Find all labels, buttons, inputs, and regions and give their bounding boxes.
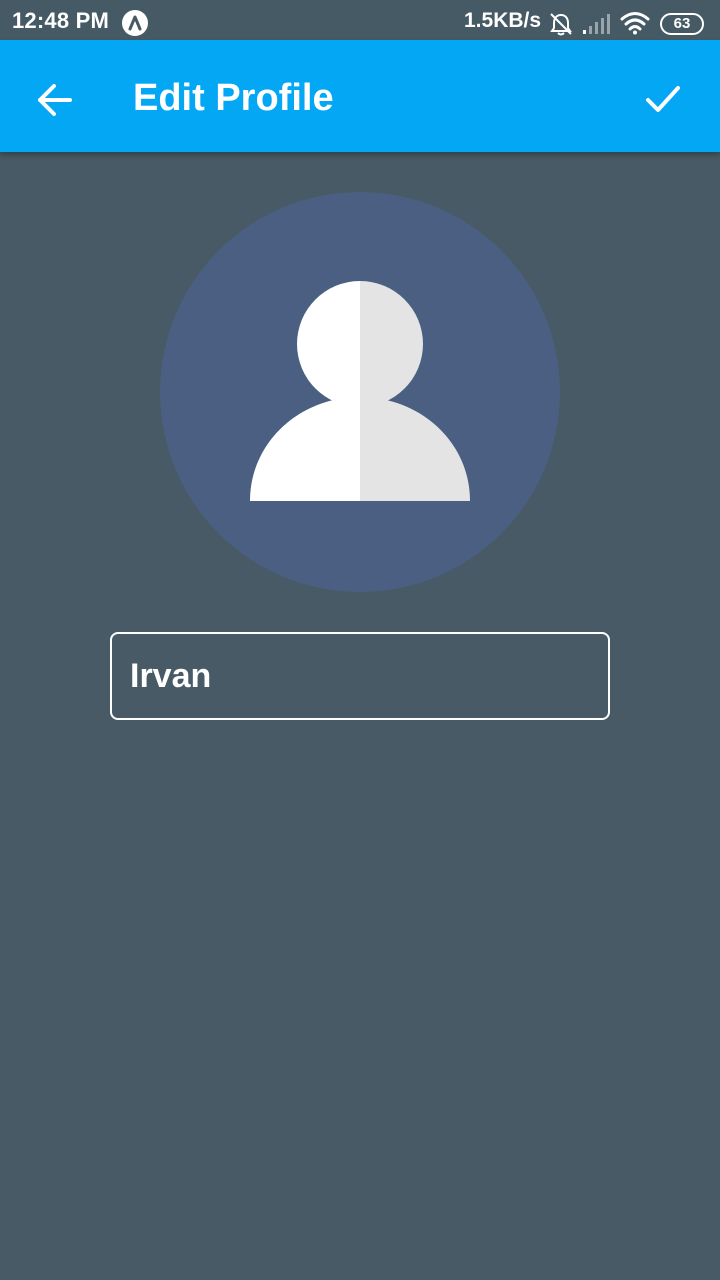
dnd-bell-off-icon xyxy=(548,11,574,42)
app-badge-icon xyxy=(122,10,148,36)
person-placeholder-icon xyxy=(250,281,470,501)
back-button[interactable] xyxy=(30,76,78,124)
wifi-icon xyxy=(620,11,650,40)
battery-icon: 63 xyxy=(660,13,704,35)
save-button[interactable] xyxy=(638,74,688,124)
status-time: 12:48 PM xyxy=(12,8,109,33)
network-speed: 1.5KB/s xyxy=(464,9,542,32)
page-title: Edit Profile xyxy=(133,77,334,119)
signal-icon xyxy=(582,13,610,40)
name-input[interactable] xyxy=(110,632,610,720)
profile-avatar[interactable] xyxy=(160,192,560,592)
app-bar: Edit Profile xyxy=(0,40,720,152)
status-bar: 12:48 PM 1.5KB/s 63 xyxy=(0,0,720,40)
arrow-left-icon xyxy=(38,84,72,116)
check-icon xyxy=(646,86,680,112)
